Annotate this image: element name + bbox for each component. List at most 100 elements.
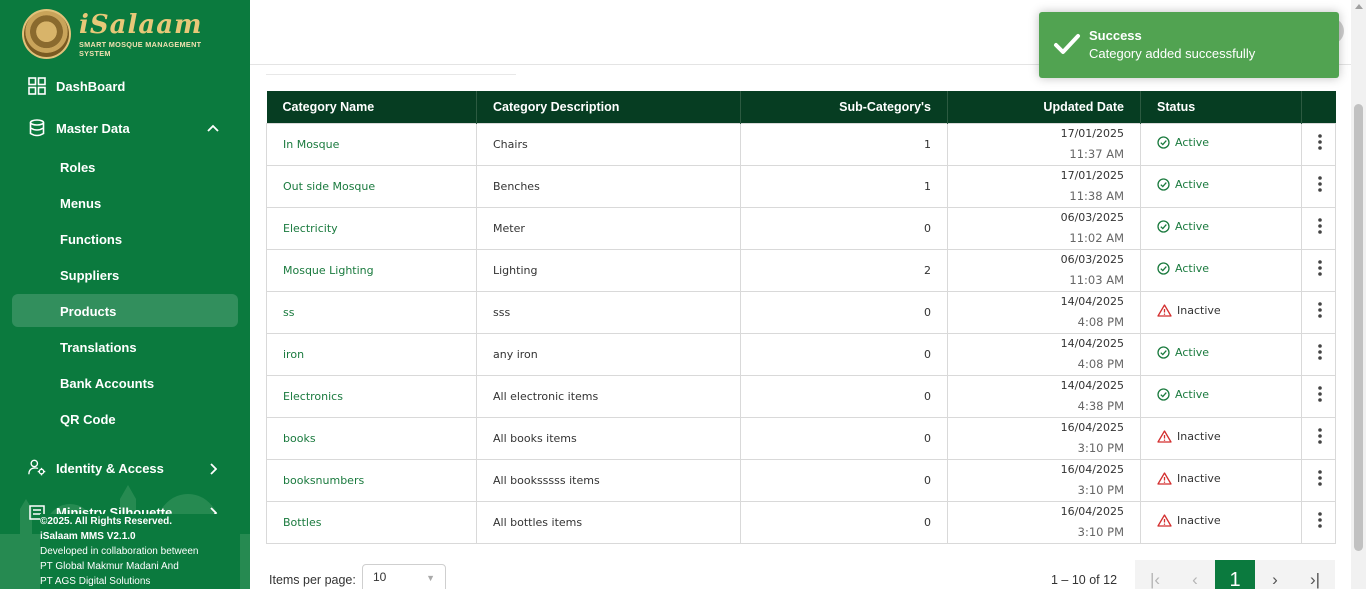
category-description: sss	[476, 290, 741, 334]
current-page-number: 1	[1229, 568, 1241, 589]
row-actions-button[interactable]	[1301, 122, 1336, 166]
more-vertical-icon	[1318, 511, 1322, 528]
category-name-link[interactable]: booksnumbers	[266, 458, 477, 502]
items-per-page-select[interactable]: 10 ▼	[362, 564, 446, 589]
updated-time: 4:08 PM	[1077, 357, 1124, 371]
sidebar-item-qr-code[interactable]: QR Code	[60, 412, 116, 427]
first-page-button[interactable]: |‹	[1135, 560, 1175, 589]
row-actions-button[interactable]	[1301, 500, 1336, 544]
updated-date-cell: 16/04/2025 3:10 PM	[947, 458, 1141, 502]
mosque-seal-icon	[22, 9, 71, 59]
updated-date-cell: 06/03/2025 11:02 AM	[947, 206, 1141, 250]
status-cell: Active	[1140, 122, 1302, 166]
nav-dashboard-label: DashBoard	[56, 78, 126, 94]
status-cell: Inactive	[1140, 500, 1302, 544]
category-description: All books items	[476, 416, 741, 460]
items-per-page-label: Items per page:	[269, 573, 356, 587]
sidebar-item-products[interactable]: Products	[60, 304, 116, 319]
table-row[interactable]: ss sss 0 14/04/2025 4:08 PM Inactive	[266, 290, 1336, 334]
dashboard-grid-icon	[28, 77, 46, 95]
status-badge: Active	[1157, 136, 1209, 149]
category-name-link[interactable]: books	[266, 416, 477, 460]
sub-category-count: 0	[740, 416, 948, 460]
status-label: Active	[1175, 136, 1210, 149]
category-name-link[interactable]: iron	[266, 332, 477, 376]
scroll-up-icon[interactable]	[1355, 4, 1363, 9]
category-name-link[interactable]: Electricity	[266, 206, 477, 250]
more-vertical-icon	[1318, 343, 1322, 360]
header-sub-category-count[interactable]: Sub-Category's	[740, 91, 948, 123]
sidebar-item-bank-accounts[interactable]: Bank Accounts	[60, 376, 154, 391]
header-updated-date[interactable]: Updated Date	[947, 91, 1141, 123]
table-row[interactable]: Out side Mosque Benches 1 17/01/2025 11:38 A…	[266, 164, 1336, 208]
table-row[interactable]: Electronics All electronic items 0 14/04/20…	[266, 374, 1336, 418]
category-name-link[interactable]: Out side Mosque	[266, 164, 477, 208]
sidebar-footer: ©2025. All Rights Reserved. iSalaam MMS …	[40, 514, 240, 589]
updated-date: 17/01/2025	[1060, 169, 1124, 182]
nav-dashboard[interactable]: DashBoard	[28, 77, 125, 95]
status-label: Active	[1175, 262, 1210, 275]
row-actions-button[interactable]	[1301, 206, 1336, 250]
status-label: Active	[1175, 388, 1210, 401]
row-actions-button[interactable]	[1301, 416, 1336, 460]
table-row[interactable]: Bottles All bottles items 0 16/04/2025 3:10 …	[266, 500, 1336, 544]
updated-date-cell: 14/04/2025 4:08 PM	[947, 290, 1141, 334]
category-description: Lighting	[476, 248, 741, 292]
sidebar-item-suppliers[interactable]: Suppliers	[60, 268, 119, 283]
row-actions-button[interactable]	[1301, 374, 1336, 418]
category-name-link[interactable]: Mosque Lighting	[266, 248, 477, 292]
category-name-link[interactable]: ss	[266, 290, 477, 334]
updated-time: 11:03 AM	[1069, 273, 1124, 287]
row-actions-button[interactable]	[1301, 458, 1336, 502]
header-category-description[interactable]: Category Description	[476, 91, 741, 123]
chevron-up-icon[interactable]	[207, 124, 219, 132]
table-row[interactable]: iron any iron 0 14/04/2025 4:08 PM Active	[266, 332, 1336, 376]
table-row[interactable]: Mosque Lighting Lighting 2 06/03/2025 11:03 …	[266, 248, 1336, 292]
sidebar-item-translations[interactable]: Translations	[60, 340, 137, 355]
updated-time: 3:10 PM	[1077, 483, 1124, 497]
updated-date: 16/04/2025	[1060, 463, 1124, 476]
updated-date: 16/04/2025	[1060, 421, 1124, 434]
sidebar-item-roles[interactable]: Roles	[60, 160, 95, 175]
database-icon	[28, 119, 46, 137]
table-row[interactable]: booksnumbers All booksssss items 0 16/04/20…	[266, 458, 1336, 502]
chevron-right-icon[interactable]	[209, 463, 217, 475]
next-page-button[interactable]: ›	[1255, 560, 1295, 589]
row-actions-button[interactable]	[1301, 332, 1336, 376]
category-description: Benches	[476, 164, 741, 208]
check-circle-icon	[1157, 136, 1170, 149]
row-actions-button[interactable]	[1301, 164, 1336, 208]
previous-page-button[interactable]: ‹	[1175, 560, 1215, 589]
scrollbar-thumb[interactable]	[1354, 104, 1363, 551]
table-row[interactable]: Electricity Meter 0 06/03/2025 11:02 AM Activ…	[266, 206, 1336, 250]
status-cell: Inactive	[1140, 416, 1302, 460]
sub-category-count: 0	[740, 374, 948, 418]
updated-date-cell: 16/04/2025 3:10 PM	[947, 416, 1141, 460]
brand-logo[interactable]: iSalaam SMART MOSQUE MANAGEMENT SYSTEM	[22, 8, 232, 60]
category-name-link[interactable]: In Mosque	[266, 122, 477, 166]
last-page-button[interactable]: ›|	[1295, 560, 1335, 589]
vertical-scrollbar[interactable]	[1351, 0, 1366, 589]
check-circle-icon	[1157, 178, 1170, 191]
sidebar-item-menus[interactable]: Menus	[60, 196, 101, 211]
nav-master-data[interactable]: Master Data	[28, 119, 228, 137]
chevron-right-icon: ›	[1272, 570, 1278, 589]
category-name-link[interactable]: Electronics	[266, 374, 477, 418]
header-category-name[interactable]: Category Name	[266, 91, 477, 123]
row-actions-button[interactable]	[1301, 290, 1336, 334]
sub-category-count: 0	[740, 458, 948, 502]
status-badge: Inactive	[1157, 472, 1221, 485]
success-toast[interactable]: Success Category added successfully	[1039, 12, 1339, 78]
sub-category-count: 0	[740, 206, 948, 250]
header-status[interactable]: Status	[1140, 91, 1302, 123]
caret-down-icon: ▼	[426, 573, 435, 583]
category-name-link[interactable]: Bottles	[266, 500, 477, 544]
nav-identity-access[interactable]: Identity & Access	[28, 459, 164, 477]
table-row[interactable]: In Mosque Chairs 1 17/01/2025 11:37 AM Active	[266, 122, 1336, 166]
status-label: Inactive	[1177, 472, 1221, 485]
row-actions-button[interactable]	[1301, 248, 1336, 292]
sidebar-item-functions[interactable]: Functions	[60, 232, 122, 247]
page-number-button[interactable]: 1	[1215, 560, 1255, 589]
status-label: Active	[1175, 220, 1210, 233]
table-row[interactable]: books All books items 0 16/04/2025 3:10 PM In…	[266, 416, 1336, 460]
